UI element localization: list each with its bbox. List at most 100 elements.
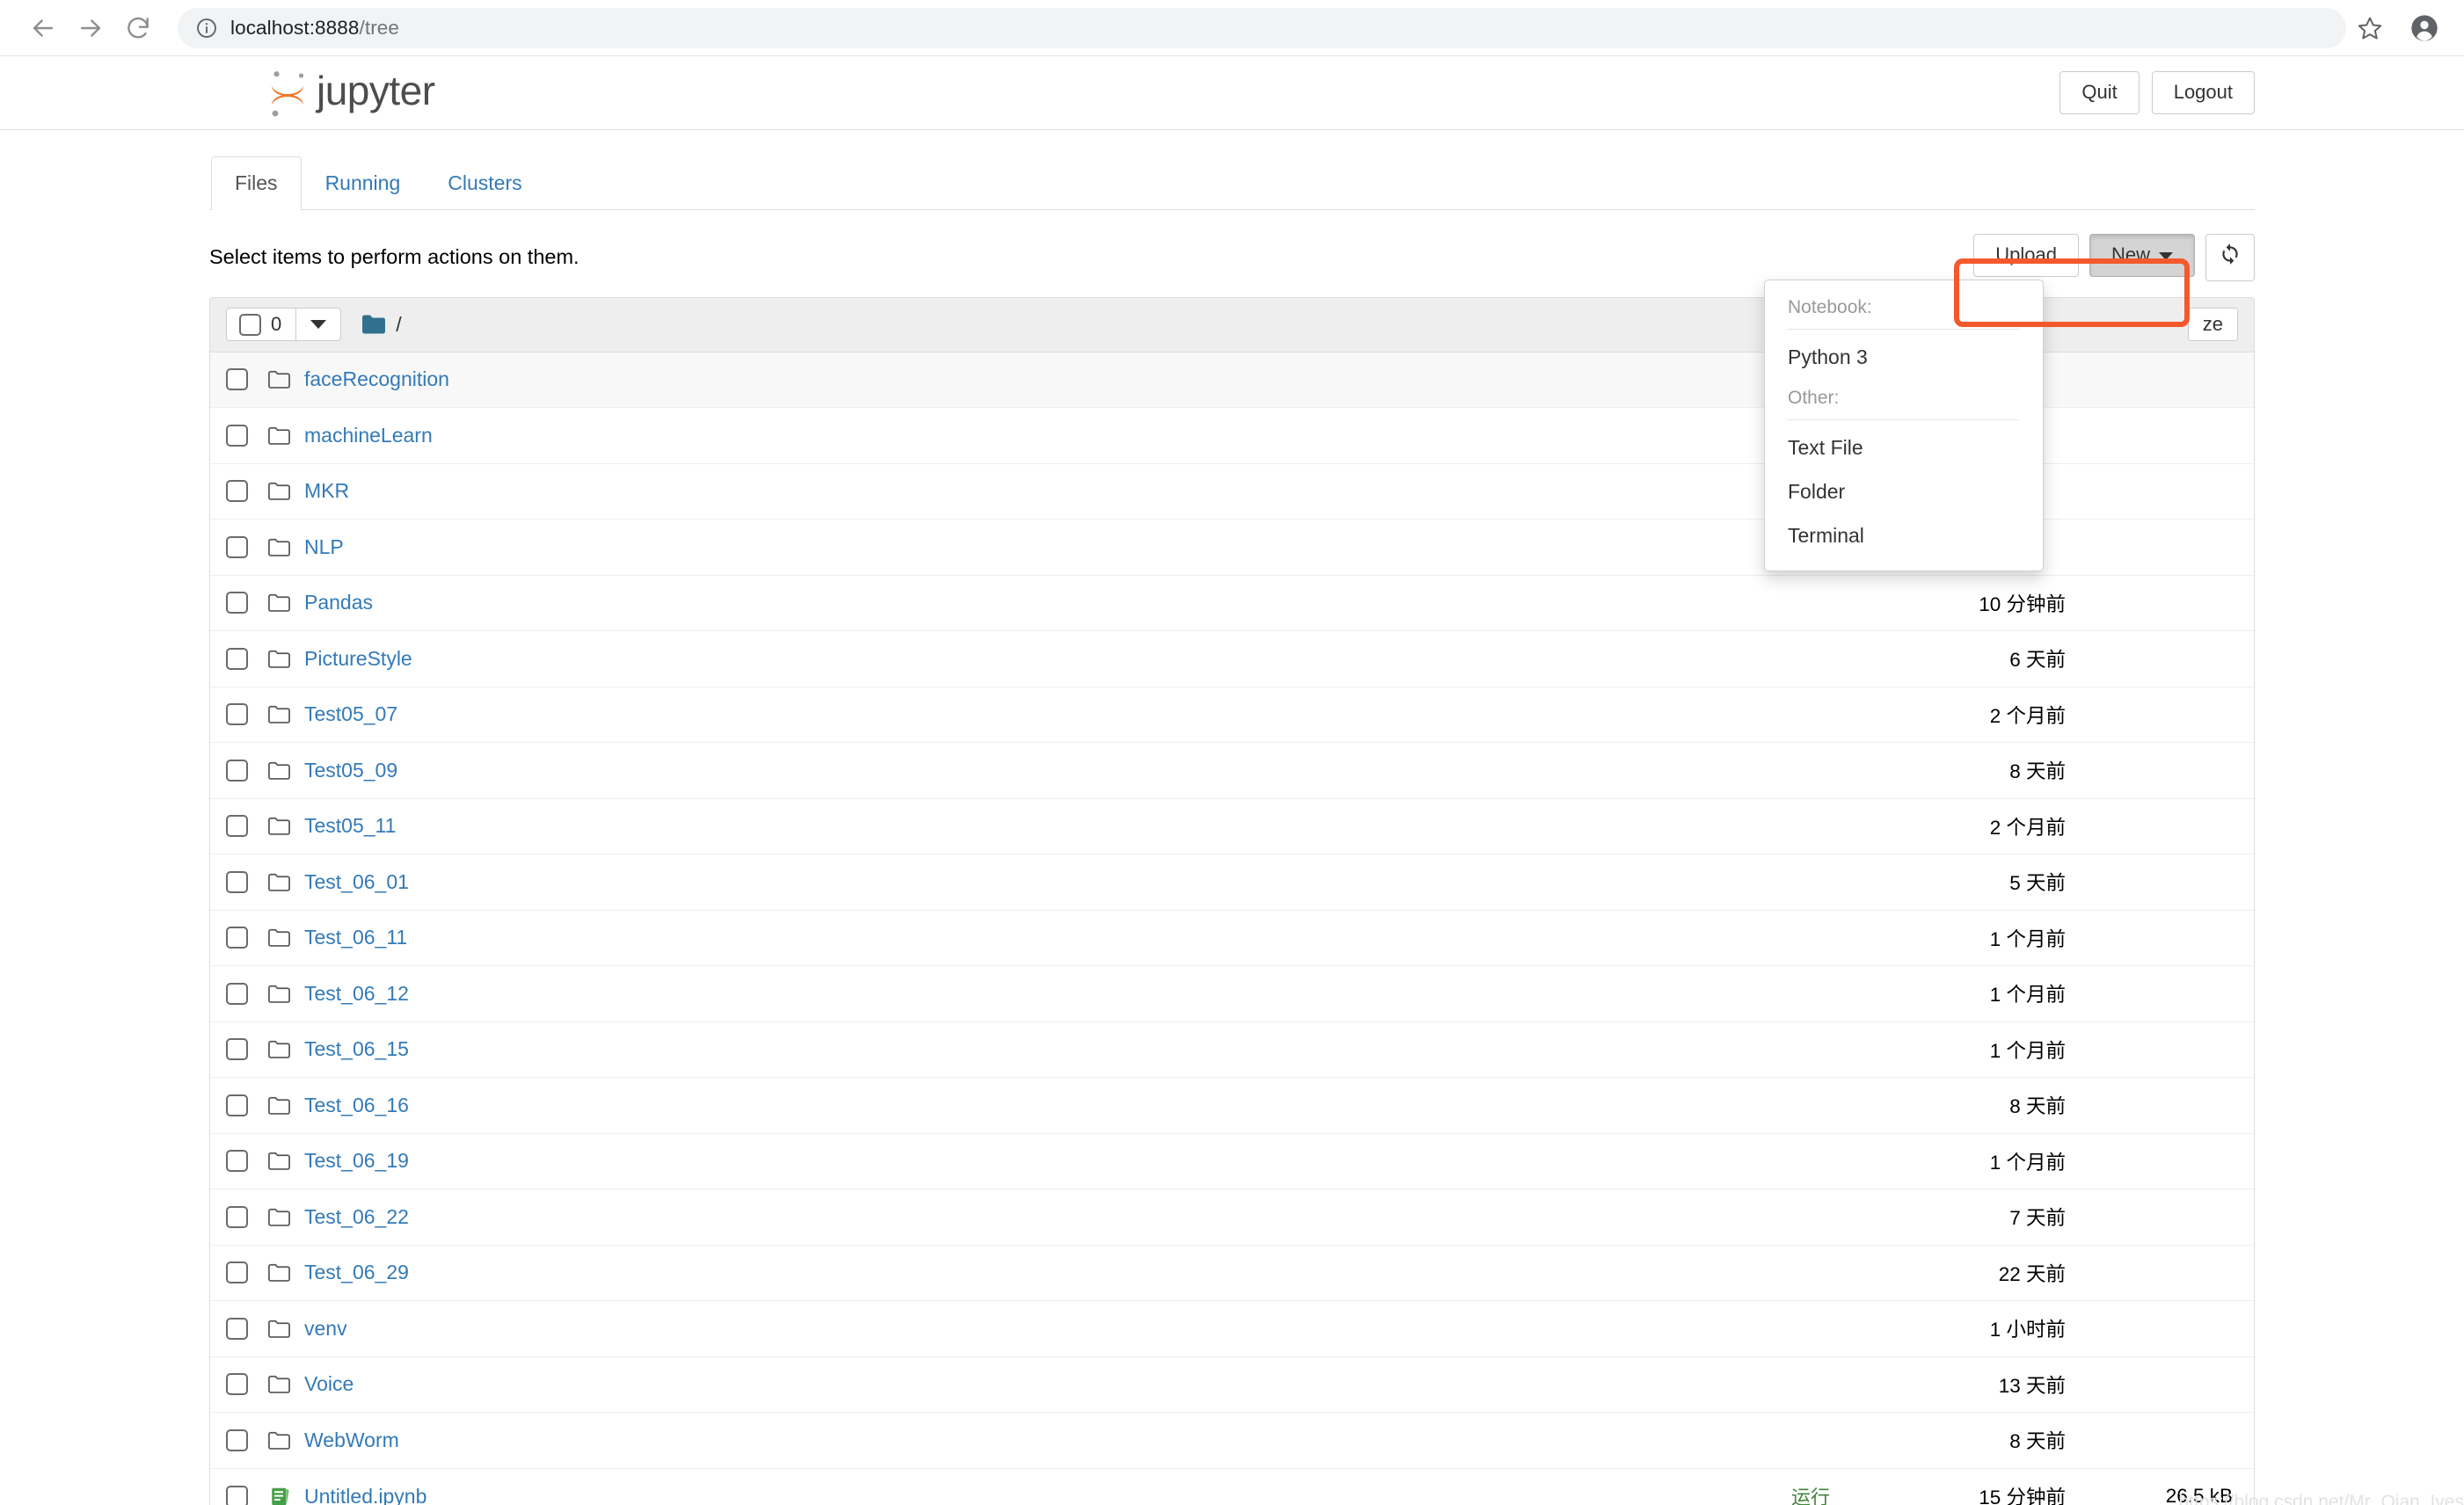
file-name-link[interactable]: Test_06_01 [304,870,409,894]
new-dropdown-menu[interactable]: Notebook: Python 3 Other: Text File Fold… [1764,280,2044,571]
row-checkbox[interactable] [226,1429,248,1451]
quit-button[interactable]: Quit [2059,71,2140,114]
table-row[interactable]: Pandas 10 分钟前 [210,575,2254,632]
dropdown-divider-2 [1788,419,2020,421]
row-checkbox[interactable] [226,368,248,391]
file-name-link[interactable]: Pandas [304,591,373,614]
table-row[interactable]: PictureStyle 6 天前 [210,631,2254,687]
dropdown-item-terminal[interactable]: Terminal [1765,513,2043,557]
back-arrow-icon[interactable] [19,4,67,52]
row-checkbox[interactable] [226,480,248,503]
url-path: /tree [359,16,400,39]
table-row[interactable]: Test_06_11 1 个月前 [210,910,2254,967]
row-checkbox[interactable] [226,592,248,614]
table-row[interactable]: Test_06_29 22 天前 [210,1245,2254,1302]
row-checkbox[interactable] [226,1317,248,1340]
tab-files[interactable]: Files [211,156,302,211]
modified-time: 10 分钟前 [1979,593,2066,615]
row-checkbox[interactable] [226,703,248,726]
selected-count: 0 [271,313,282,336]
row-checkbox[interactable] [226,1261,248,1284]
table-row[interactable]: venv 1 小时前 [210,1301,2254,1357]
tab-running[interactable]: Running [302,156,425,210]
url-text: localhost:8888/tree [230,17,399,40]
row-checkbox[interactable] [226,870,248,893]
table-row[interactable]: Test_06_12 1 个月前 [210,966,2254,1022]
row-checkbox[interactable] [226,815,248,838]
row-meta: 1 个月前 [1842,1036,2238,1064]
info-circle-icon[interactable] [195,17,218,40]
file-name-link[interactable]: Test_06_11 [304,926,407,949]
select-all-control[interactable]: 0 [227,309,297,341]
table-row[interactable]: Test_06_19 1 个月前 [210,1133,2254,1190]
file-name-link[interactable]: Test_06_12 [304,982,409,1006]
file-name-link[interactable]: Test_06_22 [304,1205,409,1229]
row-checkbox[interactable] [226,1485,248,1505]
row-checkbox[interactable] [226,1373,248,1396]
row-meta: 13 天前 [1842,1370,2238,1399]
row-checkbox[interactable] [226,1038,248,1061]
row-meta: 10 分钟前 [1842,589,2238,617]
table-row[interactable]: Test05_07 2 个月前 [210,687,2254,744]
file-name-link[interactable]: venv [304,1317,347,1341]
table-row[interactable]: Test05_11 2 个月前 [210,798,2254,855]
dropdown-item-python3[interactable]: Python 3 [1765,335,2043,379]
dropdown-item-folder[interactable]: Folder [1765,469,2043,513]
dropdown-item-text-file[interactable]: Text File [1765,425,2043,469]
file-size-column-header[interactable]: ze [2187,308,2238,342]
file-name-link[interactable]: Test_06_16 [304,1094,409,1117]
breadcrumb[interactable]: / [361,313,402,337]
row-checkbox[interactable] [226,1205,248,1228]
row-checkbox[interactable] [226,647,248,670]
reload-icon[interactable] [114,4,162,52]
tab-clusters[interactable]: Clusters [424,156,545,210]
table-row[interactable]: Test05_09 8 天前 [210,743,2254,799]
file-name-link[interactable]: Test_06_19 [304,1149,409,1173]
file-name-link[interactable]: PictureStyle [304,647,412,671]
row-checkbox[interactable] [226,927,248,949]
chevron-down-icon [310,320,327,330]
row-checkbox[interactable] [226,1150,248,1173]
modified-time: 8 天前 [2009,760,2066,783]
file-name-link[interactable]: Untitled.ipynb [304,1485,426,1505]
jupyter-logo[interactable]: jupyter [264,67,545,120]
new-button[interactable]: New [2089,234,2195,277]
file-name-link[interactable]: faceRecognition [304,367,449,391]
table-row[interactable]: Test_06_01 5 天前 [210,854,2254,911]
forward-arrow-icon[interactable] [67,4,114,52]
table-row[interactable]: Voice 13 天前 [210,1356,2254,1414]
file-name-link[interactable]: WebWorm [304,1429,399,1452]
file-name-link[interactable]: Test_06_15 [304,1037,409,1061]
row-meta: 1 个月前 [1842,979,2238,1007]
select-all-checkbox[interactable] [239,313,261,336]
row-checkbox[interactable] [226,982,248,1005]
table-row[interactable]: Test_06_16 8 天前 [210,1078,2254,1134]
table-row[interactable]: Test_06_22 7 天前 [210,1189,2254,1246]
refresh-button[interactable] [2205,234,2255,281]
logout-button[interactable]: Logout [2151,71,2255,114]
row-checkbox[interactable] [226,535,248,558]
modified-time: 15 分钟前 [1979,1487,2066,1505]
file-name-link[interactable]: Voice [304,1372,354,1396]
profile-avatar-icon[interactable] [2404,8,2445,48]
upload-button[interactable]: Upload [1973,234,2079,277]
file-name-link[interactable]: Test05_07 [304,702,397,726]
table-row[interactable]: WebWorm 8 天前 [210,1413,2254,1469]
row-checkbox[interactable] [226,1094,248,1116]
file-name-link[interactable]: Test05_11 [304,814,396,838]
bookmark-star-icon[interactable] [2350,8,2390,48]
file-name-link[interactable]: NLP [304,535,344,559]
file-name-link[interactable]: Test05_09 [304,759,397,782]
address-bar[interactable]: localhost:8888/tree [178,7,2346,48]
table-row[interactable]: Untitled.ipynb 运行 15 分钟前 26.5 kB [210,1468,2254,1505]
select-dropdown-button[interactable] [296,309,340,340]
file-name-link[interactable]: Test_06_29 [304,1261,409,1284]
file-name-link[interactable]: MKR [304,479,349,503]
table-row[interactable]: Test_06_15 1 个月前 [210,1022,2254,1079]
file-name-link[interactable]: machineLearn [304,424,433,447]
jupyter-header: jupyter Quit Logout [0,56,2464,130]
select-all-group[interactable]: 0 [226,308,342,342]
breadcrumb-root[interactable]: / [396,313,401,337]
row-checkbox[interactable] [226,759,248,782]
row-checkbox[interactable] [226,424,248,447]
